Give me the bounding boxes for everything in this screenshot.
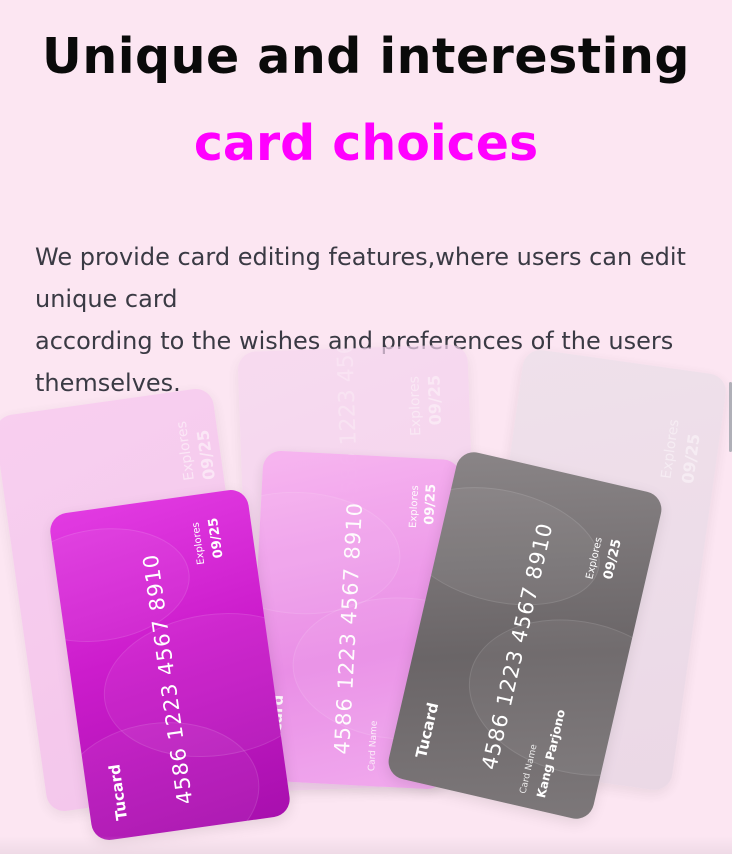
card-ghost-right: Explores 09/25 (466, 347, 729, 793)
section-description: We provide card editing features,where u… (35, 236, 705, 404)
card-expiry-label: Explores (407, 485, 422, 529)
card-expiry: 09/25 (600, 537, 625, 581)
section-heading: Unique and interesting (42, 28, 690, 85)
card-number: 4586 1223 4567 8910 (138, 552, 198, 806)
description-line: We provide card editing features,where u… (35, 243, 686, 271)
description-line: according to the wishes and preferences … (35, 327, 674, 355)
bottom-divider (0, 836, 732, 854)
card-expiry-label: Explores (173, 420, 198, 482)
card-gray[interactable]: Explores 09/25 4586 1223 4567 8910 Tucar… (385, 448, 665, 823)
card-expiry: 09/25 (193, 428, 219, 482)
card-brand: Tucard (266, 694, 287, 752)
card-ghost-left: Explores 09/25 (0, 386, 267, 814)
card-expiry: 09/25 (205, 516, 227, 560)
card-number: 4586 1223 4567 8910 (477, 520, 558, 773)
description-line: unique card (35, 285, 178, 313)
card-expiry-label: Explores (190, 521, 208, 566)
card-brand: Tucard (105, 763, 132, 822)
section-subheading: card choices (193, 115, 539, 172)
card-expiry-label: Explores (584, 536, 605, 581)
card-ghost-middle: Explores 09/25 4586 1223 4567 8910 (237, 344, 483, 792)
card-pink[interactable]: Explores 09/25 4586 1223 4567 8910 Tucar… (246, 450, 462, 790)
card-expiry: 09/25 (422, 483, 440, 526)
card-magenta[interactable]: Explores 09/25 4586 1223 4567 8910 Tucar… (48, 487, 292, 843)
card-name-label: Card Name (367, 720, 380, 772)
card-expiry: 09/25 (677, 432, 704, 485)
card-holder: Kang Parjono (534, 708, 569, 800)
card-brand: Tucard (412, 700, 443, 760)
description-line: themselves. (35, 369, 181, 397)
card-name-label: Card Name (518, 743, 540, 795)
card-expiry-label: Explores (658, 418, 683, 480)
card-number: 4586 1223 4567 8910 (329, 501, 368, 756)
